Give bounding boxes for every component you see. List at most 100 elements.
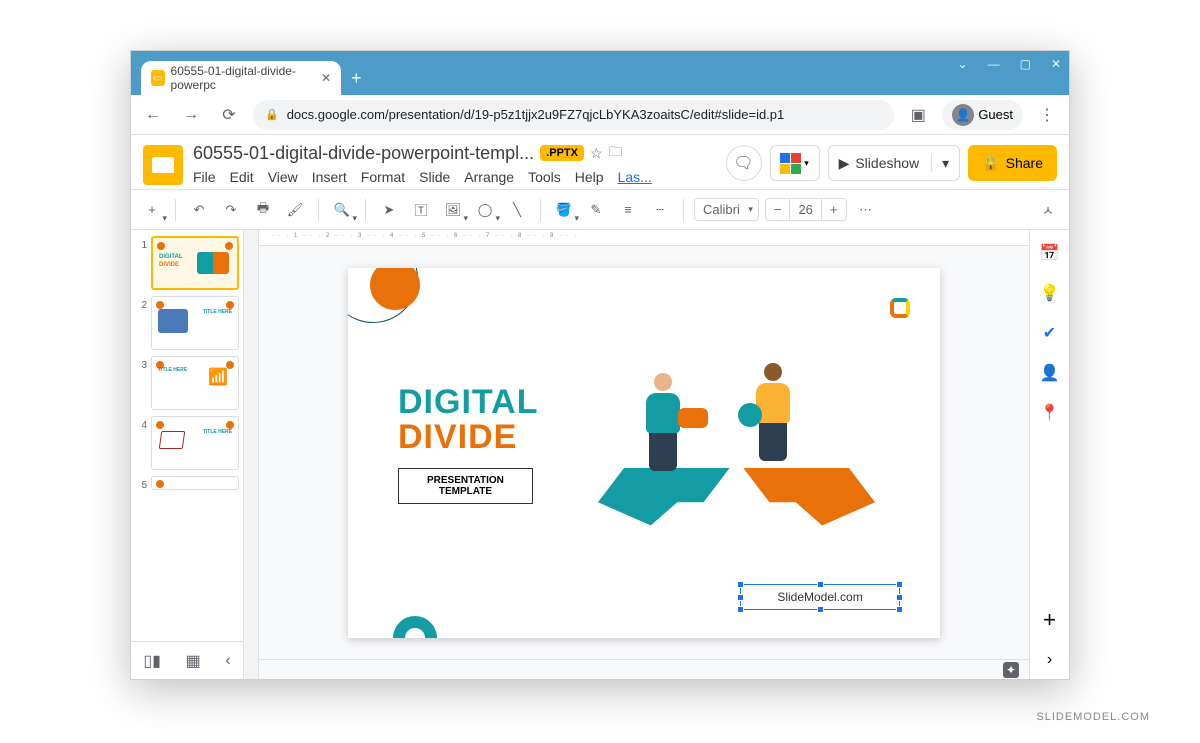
line-icon[interactable]: ╲ (504, 197, 530, 223)
share-button[interactable]: 🔒 Share (968, 145, 1057, 181)
profile-chip[interactable]: 👤 Guest (942, 100, 1023, 130)
menu-format[interactable]: Format (361, 169, 405, 185)
address-bar: ← → ⟳ 🔒 docs.google.com/presentation/d/1… (131, 95, 1069, 135)
slide-thumb-4[interactable]: 4 TITLE HERE (135, 416, 239, 470)
border-dash-icon[interactable]: ┄ (647, 197, 673, 223)
slide-thumb-3[interactable]: 3 TITLE HERE 📶 (135, 356, 239, 410)
select-icon[interactable]: ➤ (376, 197, 402, 223)
menu-edit[interactable]: Edit (230, 169, 254, 185)
title-line-2[interactable]: DIVIDE (398, 418, 517, 457)
document-title[interactable]: 60555-01-digital-divide-powerpoint-templ… (193, 143, 534, 164)
window-titlebar: ▭ 60555-01-digital-divide-powerpc ✕ + ⌄ … (131, 51, 1069, 95)
content-area: 1 DIGITAL DIVIDE 2 TITLE HERE 3 (131, 230, 1069, 679)
url-field[interactable]: 🔒 docs.google.com/presentation/d/19-p5z1… (253, 100, 894, 130)
ruler: · · · 1 · · · 2 · · · 3 · · · 4 · · · 5 … (259, 230, 1029, 246)
menu-help[interactable]: Help (575, 169, 604, 185)
menu-file[interactable]: File (193, 169, 216, 185)
font-size-value[interactable]: 26 (789, 199, 821, 220)
slide-thumb-2[interactable]: 2 TITLE HERE (135, 296, 239, 350)
more-tools-icon[interactable]: ⋯ (853, 197, 879, 223)
gutter (243, 230, 259, 679)
toolbar: + ↶ ↷ 🖶 🖌 🔍 ➤ 🅃 🖼 ◯ ╲ 🪣 ✎ ≡ ┄ Calibri − … (131, 190, 1069, 230)
maps-icon[interactable]: 📍 (1039, 402, 1061, 424)
undo-icon[interactable]: ↶ (186, 197, 212, 223)
filmstrip: 1 DIGITAL DIVIDE 2 TITLE HERE 3 (131, 230, 243, 679)
window-close-icon[interactable]: ✕ (1051, 57, 1061, 71)
star-icon[interactable]: ☆ (590, 145, 603, 162)
url-text: docs.google.com/presentation/d/19-p5z1tj… (287, 107, 785, 122)
browser-menu-icon[interactable]: ⋮ (1033, 105, 1061, 125)
explore-icon[interactable]: ✦ (1003, 662, 1019, 678)
avatar-icon: 👤 (952, 104, 974, 126)
size-decrease[interactable]: − (766, 199, 790, 220)
contacts-icon[interactable]: 👤 (1039, 362, 1061, 384)
menu-arrange[interactable]: Arrange (464, 169, 514, 185)
menu-view[interactable]: View (268, 169, 298, 185)
platform-right (743, 468, 875, 526)
font-selector[interactable]: Calibri (694, 198, 759, 221)
decor-circle-fill (370, 268, 420, 310)
image-icon[interactable]: 🖼 (440, 197, 466, 223)
collapse-filmstrip-icon[interactable]: ‹ (225, 652, 230, 670)
tasks-icon[interactable]: ✔ (1039, 322, 1061, 344)
window-more-icon[interactable]: ⌄ (958, 57, 968, 71)
grid-view-icon[interactable]: ▦ (186, 651, 201, 671)
tab-title: 60555-01-digital-divide-powerpc (171, 64, 315, 92)
new-tab-button[interactable]: + (341, 62, 372, 95)
menu-tools[interactable]: Tools (528, 169, 561, 185)
socket-icon (738, 403, 762, 427)
share-label: Share (1006, 155, 1043, 171)
shape-icon[interactable]: ◯ (472, 197, 498, 223)
subtitle-box[interactable]: PRESENTATION TEMPLATE (398, 468, 533, 504)
slideshow-caret-icon[interactable]: ▾ (931, 155, 949, 172)
textbox-icon[interactable]: 🅃 (408, 197, 434, 223)
hide-panel-icon[interactable]: › (1039, 649, 1061, 671)
present-icon: ▶ (839, 155, 850, 172)
browser-tab[interactable]: ▭ 60555-01-digital-divide-powerpc ✕ (141, 61, 341, 95)
print-icon[interactable]: 🖶 (250, 197, 276, 223)
side-panel: 📅 💡 ✔ 👤 📍 + › (1029, 230, 1069, 679)
slides-app-icon[interactable] (143, 145, 183, 185)
platform-left (598, 468, 730, 526)
last-edit-link[interactable]: Las... (618, 169, 652, 185)
keep-icon[interactable]: 💡 (1039, 282, 1061, 304)
close-tab-icon[interactable]: ✕ (321, 71, 331, 85)
slides-favicon: ▭ (151, 70, 165, 86)
collapse-toolbar-icon[interactable]: ㅅ (1035, 197, 1061, 223)
zoom-icon[interactable]: 🔍 (329, 197, 355, 223)
redo-icon[interactable]: ↷ (218, 197, 244, 223)
extensions-icon[interactable]: ▣ (904, 101, 932, 129)
add-on-icon[interactable]: + (1039, 609, 1061, 631)
border-weight-icon[interactable]: ≡ (615, 197, 641, 223)
selected-textbox[interactable]: SlideModel.com (740, 584, 900, 610)
nav-forward-icon[interactable]: → (177, 101, 205, 129)
title-line-1[interactable]: DIGITAL (398, 383, 538, 422)
nav-back-icon[interactable]: ← (139, 101, 167, 129)
fill-color-icon[interactable]: 🪣 (551, 197, 577, 223)
plug-icon (678, 408, 708, 428)
slide-canvas[interactable]: DIGITAL DIVIDE PRESENTATION TEMPLATE Sli… (348, 268, 940, 638)
nav-reload-icon[interactable]: ⟳ (215, 101, 243, 129)
slide-thumb-5[interactable]: 5 (135, 476, 239, 491)
new-slide-icon[interactable]: + (139, 197, 165, 223)
filmstrip-view-icon[interactable]: ▯▮ (143, 651, 161, 671)
menu-bar: File Edit View Insert Format Slide Arran… (193, 169, 716, 185)
window-minimize-icon[interactable]: — (988, 57, 1000, 71)
pptx-badge: .PPTX (540, 145, 584, 161)
guest-label: Guest (978, 107, 1013, 122)
meet-button[interactable]: ▾ (770, 145, 820, 181)
paint-format-icon[interactable]: 🖌 (282, 197, 308, 223)
menu-slide[interactable]: Slide (419, 169, 450, 185)
decor-arc (384, 606, 446, 637)
move-icon[interactable]: 🗀 (609, 141, 623, 165)
window-maximize-icon[interactable]: ▢ (1020, 57, 1031, 71)
browser-window: ▭ 60555-01-digital-divide-powerpc ✕ + ⌄ … (130, 50, 1070, 680)
border-color-icon[interactable]: ✎ (583, 197, 609, 223)
menu-insert[interactable]: Insert (312, 169, 347, 185)
comments-icon[interactable]: 🗨 (726, 145, 762, 181)
slideshow-button[interactable]: ▶ Slideshow ▾ (828, 145, 961, 181)
lock-share-icon: 🔒 (982, 155, 999, 172)
slide-thumb-1[interactable]: 1 DIGITAL DIVIDE (135, 236, 239, 290)
calendar-icon[interactable]: 📅 (1039, 242, 1061, 264)
size-increase[interactable]: + (822, 199, 846, 220)
